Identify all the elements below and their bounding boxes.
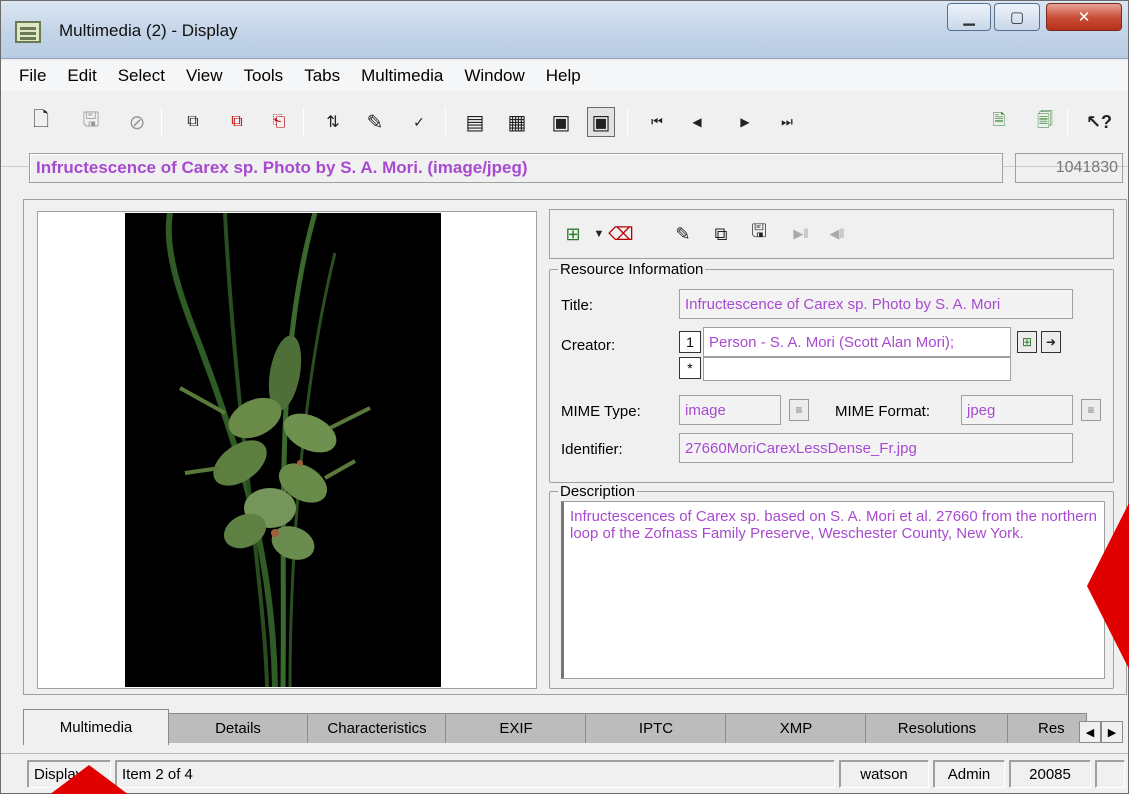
play-icon[interactable]: ▶‖ xyxy=(788,220,814,248)
carex-photo xyxy=(125,213,441,687)
open-external-icon[interactable]: ⧉ xyxy=(708,220,734,248)
menu-multimedia[interactable]: Multimedia xyxy=(361,66,443,86)
select-all-icon[interactable]: ⧉ xyxy=(223,107,251,137)
menu-window[interactable]: Window xyxy=(464,66,524,86)
maximize-icon: ▢ xyxy=(1009,9,1025,26)
previous-record-icon[interactable]: ◀ xyxy=(683,107,711,137)
spellcheck-icon[interactable]: ✓ xyxy=(405,107,433,137)
mime-type-field[interactable]: image xyxy=(679,395,781,425)
tab-strip: Multimedia Details Characteristics EXIF … xyxy=(1,709,1128,745)
select-icon[interactable]: ⧉ xyxy=(179,107,207,137)
menu-tools[interactable]: Tools xyxy=(244,66,284,86)
mime-format-lookup-icon[interactable]: ≡ xyxy=(1081,399,1101,421)
multimedia-window: Multimedia (2) - Display ▁ ▢ ✕ File Edit… xyxy=(0,0,1129,794)
add-resource-icon[interactable]: ⊞ xyxy=(560,220,586,248)
rewind-icon[interactable]: ◀‖ xyxy=(824,220,850,248)
first-record-icon[interactable]: ⏮ xyxy=(643,107,671,137)
cursor-marker-bottom xyxy=(50,765,128,794)
mime-type-lookup-icon[interactable]: ≡ xyxy=(789,399,809,421)
tab-scroll-right-icon[interactable]: ▶ xyxy=(1101,721,1123,743)
cursor-marker-right xyxy=(1087,502,1129,670)
creator-label: Creator: xyxy=(561,337,616,354)
cancel-icon[interactable]: ⊘ xyxy=(123,107,151,137)
status-user: watson xyxy=(839,760,929,788)
identifier-field[interactable]: 27660MoriCarexLessDense_Fr.jpg xyxy=(679,433,1073,463)
resource-toolbar: ⊞ ▼ ⌫ ✎ ⧉ 🖫 ▶‖ ◀‖ xyxy=(549,209,1114,259)
menu-tabs[interactable]: Tabs xyxy=(304,66,340,86)
new-row-marker: * xyxy=(679,357,701,379)
tab-resolutions[interactable]: Resolutions xyxy=(865,713,1009,743)
maximize-button[interactable]: ▢ xyxy=(994,3,1040,31)
paste-record-icon[interactable]: 🗐 xyxy=(1031,107,1059,137)
save-resource-icon[interactable]: 🖫 xyxy=(746,220,772,248)
record-summary: Infructescence of Carex sp. Photo by S. … xyxy=(29,153,1003,183)
new-icon[interactable]: 🗋 xyxy=(27,107,55,137)
tab-scroll-left-icon[interactable]: ◀ xyxy=(1079,721,1101,743)
grid-view-icon[interactable]: ▦ xyxy=(503,107,531,137)
eraser-icon[interactable]: ⌫ xyxy=(608,220,634,248)
resource-information-legend: Resource Information xyxy=(560,261,704,278)
copy-record-icon[interactable]: 🗎 xyxy=(985,107,1013,137)
close-icon: ✕ xyxy=(1077,9,1091,26)
form-view-icon[interactable]: ▤ xyxy=(461,107,489,137)
go-to-creator-icon[interactable]: ➜ xyxy=(1041,331,1061,353)
creator-row-index: 1 xyxy=(679,331,701,353)
image-view-icon[interactable]: ▣ xyxy=(587,107,615,137)
deselect-icon[interactable]: ⎗ xyxy=(265,107,293,137)
add-creator-icon[interactable]: ⊞ xyxy=(1017,331,1037,353)
status-bar: Display Item 2 of 4 watson Admin 20085 xyxy=(1,753,1128,793)
record-view-icon[interactable]: ▣ xyxy=(547,107,575,137)
title-field[interactable]: Infructescence of Carex sp. Photo by S. … xyxy=(679,289,1073,319)
menu-edit[interactable]: Edit xyxy=(67,66,96,86)
tab-multimedia[interactable]: Multimedia xyxy=(23,709,169,745)
help-icon[interactable]: ↖? xyxy=(1085,107,1113,137)
status-count: 20085 xyxy=(1009,760,1091,788)
tab-res[interactable]: Res xyxy=(1007,713,1087,743)
menu-file[interactable]: File xyxy=(19,66,46,86)
menu-view[interactable]: View xyxy=(186,66,223,86)
mime-format-label: MIME Format: xyxy=(835,403,931,420)
record-irn: 1041830 xyxy=(1015,153,1123,183)
mime-format-field[interactable]: jpeg xyxy=(961,395,1073,425)
tab-characteristics[interactable]: Characteristics xyxy=(307,713,447,743)
notes-icon[interactable]: ✎ xyxy=(361,107,389,137)
sort-icon[interactable]: ⇅ xyxy=(319,107,347,137)
app-icon xyxy=(15,21,41,43)
description-legend: Description xyxy=(560,483,636,500)
menu-help[interactable]: Help xyxy=(546,66,581,86)
last-record-icon[interactable]: ⏭ xyxy=(773,107,801,137)
description-field[interactable]: Infructescences of Carex sp. based on S.… xyxy=(561,501,1105,679)
close-button[interactable]: ✕ xyxy=(1046,3,1122,31)
menu-bar: File Edit Select View Tools Tabs Multime… xyxy=(1,61,1128,91)
creator-field[interactable]: Person - S. A. Mori (Scott Alan Mori); xyxy=(703,327,1011,357)
resize-grip[interactable] xyxy=(1095,760,1125,788)
menu-select[interactable]: Select xyxy=(118,66,165,86)
tab-xmp[interactable]: XMP xyxy=(725,713,867,743)
mime-type-label: MIME Type: xyxy=(561,403,641,420)
tab-exif[interactable]: EXIF xyxy=(445,713,587,743)
identifier-label: Identifier: xyxy=(561,441,623,458)
status-item: Item 2 of 4 xyxy=(115,760,835,788)
edit-icon[interactable]: ✎ xyxy=(670,220,696,248)
status-group: Admin xyxy=(933,760,1005,788)
tab-details[interactable]: Details xyxy=(167,713,309,743)
save-icon[interactable]: 🖫 xyxy=(77,107,105,137)
minimize-icon: ▁ xyxy=(963,9,975,26)
creator-empty-field[interactable] xyxy=(703,357,1011,381)
title-bar[interactable]: Multimedia (2) - Display ▁ ▢ ✕ xyxy=(1,1,1128,59)
window-title: Multimedia (2) - Display xyxy=(59,21,238,40)
next-record-icon[interactable]: ▶ xyxy=(731,107,759,137)
title-label: Title: xyxy=(561,297,593,314)
minimize-button[interactable]: ▁ xyxy=(947,3,991,31)
tab-iptc[interactable]: IPTC xyxy=(585,713,727,743)
